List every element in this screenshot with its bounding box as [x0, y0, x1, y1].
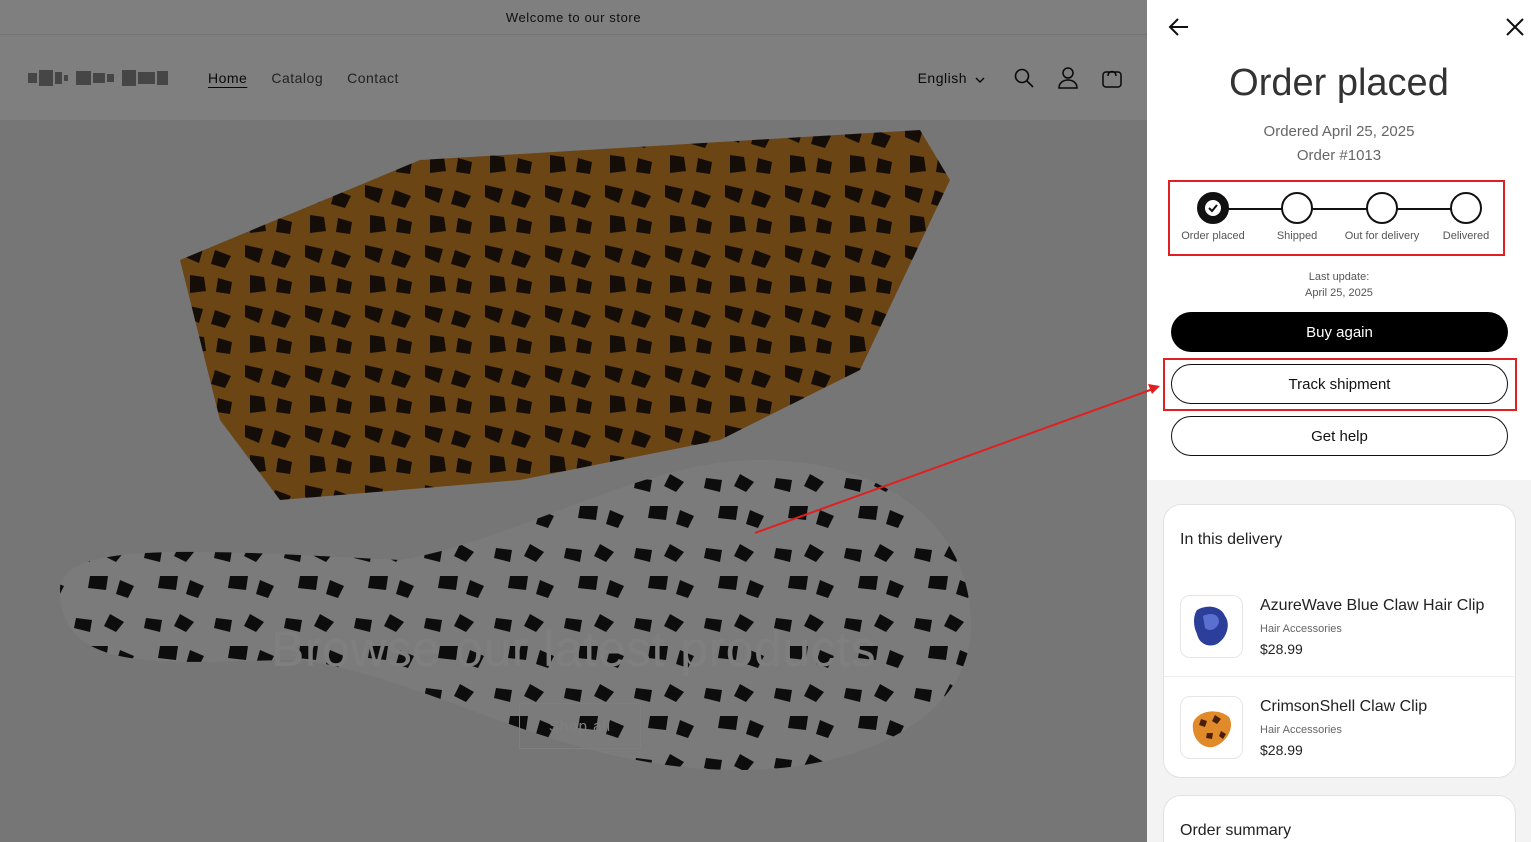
store-logo[interactable] — [28, 65, 169, 91]
delivery-card: In this delivery AzureWave Blue Claw Hai… — [1163, 504, 1516, 778]
order-number: Order #1013 — [1296, 147, 1382, 164]
chevron-down-icon — [975, 70, 985, 86]
get-help-button[interactable]: Get help — [1171, 416, 1508, 456]
check-icon — [1197, 192, 1229, 224]
language-label: English — [917, 69, 967, 86]
step-label: Out for delivery — [1344, 230, 1420, 242]
order-summary-title: Order summary — [1180, 822, 1292, 839]
item-price: $28.99 — [1260, 742, 1303, 758]
nav-catalog[interactable]: Catalog — [271, 70, 323, 86]
order-progress-tracker: Order placed Shipped Out for delivery De… — [1168, 180, 1505, 256]
order-summary-card: Order summary — [1163, 795, 1516, 842]
track-shipment-button[interactable]: Track shipment — [1171, 364, 1508, 404]
close-icon — [1506, 17, 1524, 36]
step-label: Order placed — [1181, 230, 1245, 242]
nav-home[interactable]: Home — [208, 70, 247, 86]
back-button[interactable] — [1167, 16, 1191, 40]
announcement-text: Welcome to our store — [505, 9, 642, 25]
item-name: AzureWave Blue Claw Hair Clip — [1260, 597, 1485, 614]
hero-banner: Browse our latest products Shop all — [0, 120, 1147, 842]
main-nav: Home Catalog Contact — [208, 70, 399, 86]
last-update: Last update: April 25, 2025 — [1147, 269, 1531, 301]
product-thumbnail — [1180, 595, 1243, 658]
cart-icon[interactable] — [1101, 67, 1123, 89]
step-circle-icon — [1450, 192, 1482, 224]
last-update-date: April 25, 2025 — [1305, 287, 1373, 299]
close-button[interactable] — [1503, 16, 1527, 40]
hero-title: Browse our latest products — [271, 621, 876, 677]
step-circle-icon — [1366, 192, 1398, 224]
shop-all-button[interactable]: Shop all — [519, 703, 641, 749]
announcement-bar: Welcome to our store — [0, 0, 1147, 35]
step-order-placed: Order placed — [1168, 192, 1258, 242]
list-item[interactable]: AzureWave Blue Claw Hair Clip Hair Acces… — [1164, 577, 1515, 677]
order-status-section: Order placed Ordered April 25, 2025 Orde… — [1147, 0, 1531, 480]
step-delivered: Delivered — [1421, 192, 1511, 242]
nav-contact[interactable]: Contact — [347, 70, 399, 86]
delivery-title: In this delivery — [1180, 531, 1283, 548]
order-status-title: Order placed — [1229, 62, 1449, 104]
list-item[interactable]: CrimsonShell Claw Clip Hair Accessories … — [1164, 678, 1515, 778]
step-label: Shipped — [1276, 230, 1318, 242]
account-icon[interactable] — [1057, 66, 1079, 89]
search-icon[interactable] — [1013, 67, 1035, 89]
buy-again-button[interactable]: Buy again — [1171, 312, 1508, 352]
header-actions: English — [918, 66, 1123, 89]
item-category: Hair Accessories — [1260, 724, 1342, 736]
step-shipped: Shipped — [1252, 192, 1342, 242]
product-thumbnail — [1180, 696, 1243, 759]
arrow-left-icon — [1168, 18, 1188, 36]
step-out-for-delivery: Out for delivery — [1337, 192, 1427, 242]
site-header: Home Catalog Contact English — [0, 35, 1147, 120]
order-drawer: Order placed Ordered April 25, 2025 Orde… — [1147, 0, 1531, 842]
language-selector[interactable]: English — [918, 70, 985, 86]
last-update-label: Last update: — [1308, 271, 1370, 283]
item-price: $28.99 — [1260, 641, 1303, 657]
order-date: Ordered April 25, 2025 — [1263, 123, 1415, 140]
step-label: Delivered — [1442, 230, 1490, 242]
store-page: Welcome to our store Home Catalog Contac… — [0, 0, 1147, 842]
step-circle-icon — [1281, 192, 1313, 224]
item-name: CrimsonShell Claw Clip — [1260, 698, 1428, 715]
item-category: Hair Accessories — [1260, 623, 1342, 635]
